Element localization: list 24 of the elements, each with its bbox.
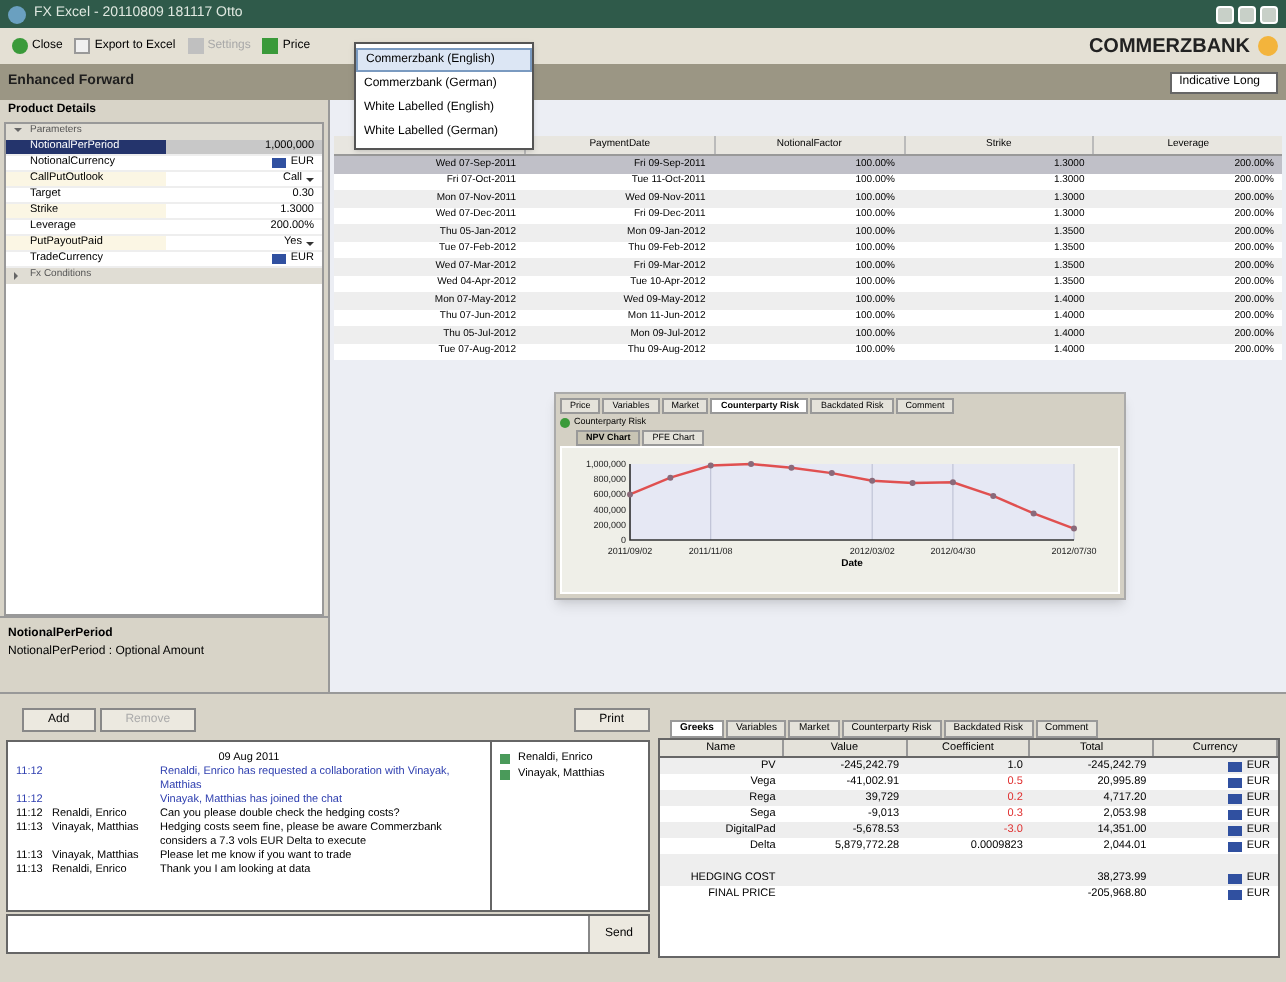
app-icon	[8, 5, 26, 23]
status-icon	[560, 417, 570, 427]
data-point	[1030, 510, 1037, 517]
logo-icon	[1258, 36, 1278, 56]
data-point	[909, 480, 916, 486]
flag-icon	[272, 158, 287, 168]
data-point	[828, 470, 835, 477]
maximize-icon[interactable]	[1238, 5, 1256, 23]
data-point	[949, 479, 956, 486]
document-icon	[74, 38, 91, 54]
data-point	[707, 462, 714, 469]
data-point	[627, 491, 633, 498]
data-point	[869, 477, 876, 484]
logo-text: COMMERZBANK	[1088, 33, 1250, 61]
dropdown-icon	[306, 177, 314, 185]
data-point	[788, 464, 795, 471]
data-point	[990, 492, 997, 499]
data-point	[748, 461, 755, 467]
dropdown-icon	[306, 241, 314, 249]
flag-icon	[272, 254, 287, 264]
document-icon	[187, 38, 204, 54]
data-point	[1071, 525, 1077, 532]
minimize-icon[interactable]	[1216, 5, 1234, 23]
data-point	[667, 474, 674, 481]
